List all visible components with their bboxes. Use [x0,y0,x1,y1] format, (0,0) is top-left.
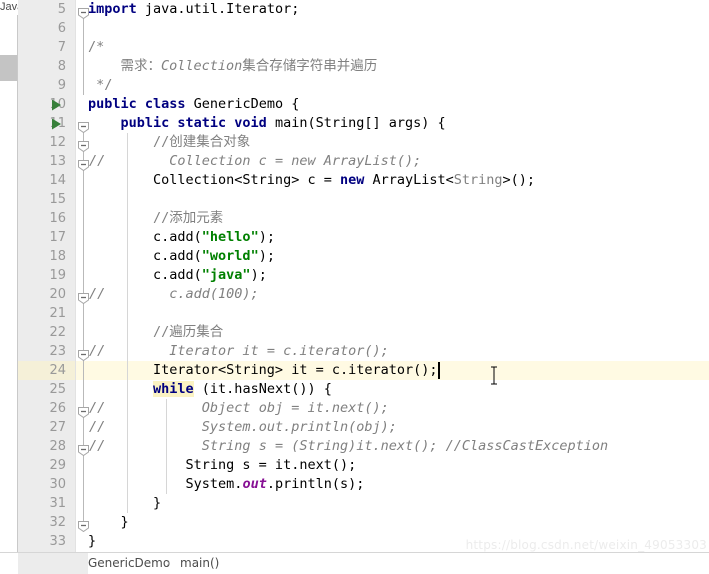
line-number: 29 [49,457,66,473]
line-number: 26 [49,400,66,416]
run-gutter-icon[interactable] [51,99,62,111]
line-number: 5 [57,1,66,17]
code-line[interactable]: Collection c = new ArrayList(); [88,152,421,171]
breadcrumb-method[interactable]: main() [180,553,219,574]
code-line[interactable]: } [88,494,161,513]
code-line[interactable]: } [88,532,96,551]
code-line[interactable]: } [88,513,129,532]
code-line[interactable]: c.add("java"); [88,266,267,285]
code-line[interactable]: c.add("world"); [88,247,275,266]
line-number: 13 [49,153,66,169]
code-line[interactable]: 需求：Collection集合存储字符串并遍历 [88,57,378,76]
line-number: 30 [49,476,66,492]
line-number: 23 [49,343,66,359]
line-number: 18 [49,248,66,264]
line-number: 9 [57,77,66,93]
code-line[interactable]: Collection<String> c = new ArrayList<Str… [88,171,535,190]
line-number: 20 [49,286,66,302]
line-number: 8 [57,58,66,74]
line-number: 31 [49,495,66,511]
breadcrumb-separator-icon: › [166,556,171,570]
line-number: 19 [49,267,66,283]
code-line[interactable]: import java.util.Iterator; [88,0,299,19]
code-line[interactable]: //创建集合对象 [88,133,250,152]
line-number: 33 [49,533,66,549]
csdn-watermark: https://blog.csdn.net/weixin_49053303 [465,538,707,552]
text-caret [437,361,440,379]
line-number: 15 [49,191,66,207]
code-line[interactable]: Iterator it = c.iterator(); [88,342,388,361]
line-number: 28 [49,438,66,454]
code-line[interactable]: String s = (String)it.next(); //ClassCas… [88,437,608,456]
line-number: 22 [49,324,66,340]
line-number: 14 [49,172,66,188]
line-number: 7 [57,39,66,55]
code-line[interactable]: /* [88,38,104,57]
code-line[interactable]: public class GenericDemo { [88,95,299,114]
left-tool-strip[interactable] [0,0,18,553]
line-number: 12 [49,134,66,150]
line-number: 25 [49,381,66,397]
ibeam-icon [491,366,497,385]
code-line[interactable]: //添加元素 [88,209,223,228]
code-line[interactable]: System.out.println(s); [88,475,365,494]
code-line[interactable]: String s = it.next(); [88,456,357,475]
line-number: 24 [49,362,66,378]
gutter-divider [75,0,76,553]
code-line[interactable]: Object obj = it.next(); [88,399,389,418]
code-line[interactable]: c.add("hello"); [88,228,275,247]
breadcrumb-class[interactable]: GenericDemo [88,553,170,574]
run-gutter-icon[interactable] [51,118,62,130]
code-line[interactable]: */ [88,76,112,95]
ide-editor-window: Java 5 import java.util.Iterator; 6 7/* 8 需求… [0,0,709,574]
line-number: 21 [49,305,66,321]
line-number: 16 [49,210,66,226]
left-scrollbar-thumb[interactable] [0,55,17,81]
line-number: 32 [49,514,66,530]
code-line[interactable]: while (it.hasNext()) { [88,380,332,399]
breadcrumb-gutter-pad [18,553,88,574]
fold-rail [83,122,84,523]
line-number: 6 [57,20,66,36]
mouse-ibeam-cursor [490,366,499,385]
line-number: 27 [49,419,66,435]
code-line[interactable]: public static void main(String[] args) { [88,114,446,133]
code-line[interactable]: System.out.println(obj); [88,418,397,437]
fold-rail [83,8,84,95]
code-line[interactable]: //遍历集合 [88,323,223,342]
line-number: 17 [49,229,66,245]
code-line[interactable]: c.add(100); [88,285,258,304]
code-line[interactable]: Iterator<String> it = c.iterator(); [88,361,437,380]
breadcrumb-bar[interactable]: GenericDemo › main() [0,552,709,574]
